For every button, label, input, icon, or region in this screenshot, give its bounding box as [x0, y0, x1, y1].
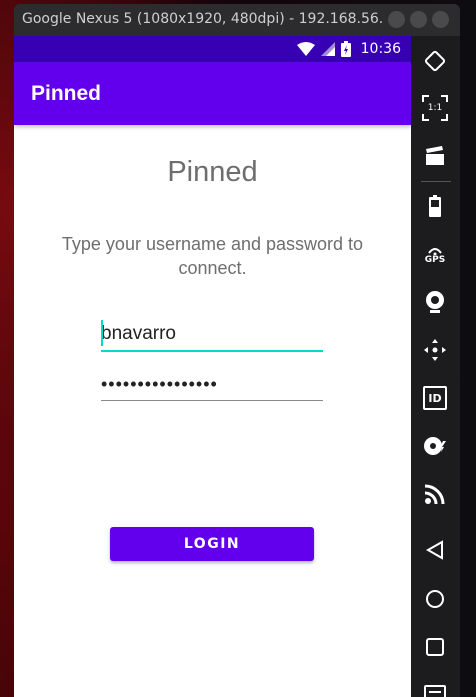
id-label: ID [428, 391, 442, 405]
signal-icon [320, 42, 335, 56]
login-button[interactable]: LOGIN [110, 527, 314, 561]
disk-icon [424, 437, 446, 455]
disk-button[interactable] [420, 431, 450, 461]
rotate-button[interactable] [420, 46, 450, 76]
page-title: Pinned [167, 156, 258, 188]
back-triangle-icon [426, 540, 443, 560]
close-button[interactable] [432, 11, 449, 28]
clapperboard-icon [426, 146, 444, 165]
app-bar: Pinned [14, 62, 411, 125]
emulator-toolbar: 1:1 GPS ID [411, 36, 460, 697]
battery-charging-icon [340, 41, 351, 57]
window-title: Google Nexus 5 (1080x1920, 480dpi) - 192… [22, 11, 382, 27]
scale-label: 1:1 [427, 103, 443, 113]
wifi-icon [296, 42, 315, 56]
battery-button[interactable] [420, 191, 450, 221]
clock: 10:36 [360, 41, 401, 57]
home-circle-icon [426, 590, 444, 608]
username-field[interactable] [101, 318, 323, 352]
rotate-icon [424, 50, 446, 72]
status-bar: 10:36 [14, 36, 411, 62]
recents-button[interactable] [420, 632, 450, 662]
battery-icon [429, 195, 441, 217]
device-id-button[interactable]: ID [420, 383, 450, 413]
app-bar-title: Pinned [31, 82, 102, 105]
webcam-icon [426, 291, 444, 313]
cast-button[interactable] [420, 479, 450, 509]
menu-icon [424, 685, 446, 697]
back-button[interactable] [420, 535, 450, 565]
gps-button[interactable]: GPS [420, 241, 450, 271]
camera-button[interactable] [420, 287, 450, 317]
password-field[interactable] [101, 368, 323, 401]
cast-icon [425, 484, 445, 504]
home-button[interactable] [420, 584, 450, 614]
screen-record-button[interactable] [420, 141, 450, 171]
gps-label: GPS [424, 255, 446, 265]
emulator-title-bar[interactable]: Google Nexus 5 (1080x1920, 480dpi) - 192… [14, 4, 460, 36]
dpad-button[interactable] [420, 335, 450, 365]
text-cursor [101, 320, 103, 346]
menu-button[interactable] [420, 682, 450, 697]
instructions-text: Type your username and password to conne… [61, 234, 364, 278]
minimize-button[interactable] [388, 11, 405, 28]
recents-square-icon [426, 638, 444, 656]
scale-button[interactable]: 1:1 [420, 93, 450, 123]
gps-signal-icon [428, 248, 442, 255]
id-icon: ID [423, 386, 447, 410]
dpad-icon [424, 339, 446, 361]
phone-screen: 10:36 Pinned Pinned Type your username a… [14, 36, 411, 697]
maximize-button[interactable] [410, 11, 427, 28]
